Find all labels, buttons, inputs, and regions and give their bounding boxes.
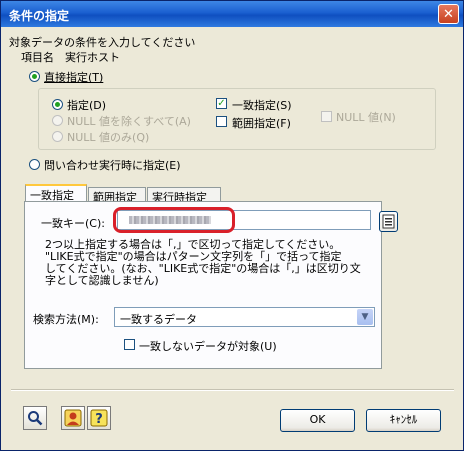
condition-dialog: 条件の指定 ✕ 対象データの条件を入力してください 項目名 実行ホスト 直接指定… [0, 0, 464, 451]
cancel-button[interactable]: ｷｬﾝｾﾙ [366, 409, 441, 432]
mismatch-checkbox[interactable] [124, 339, 135, 350]
exclude-null-radio [52, 115, 63, 126]
svg-text:?: ? [95, 412, 103, 427]
exact-label[interactable]: 一致指定(S) [232, 97, 292, 113]
chevron-down-icon[interactable]: ▼ [357, 309, 373, 325]
item-name-value: 実行ホスト [65, 51, 120, 64]
mismatch-label[interactable]: 一致しないデータが対象(U) [139, 338, 277, 354]
query-time-label[interactable]: 問い合わせ実行時に指定(E) [44, 157, 181, 173]
specify-radio[interactable] [52, 99, 63, 110]
user-icon [64, 409, 82, 427]
item-name-label: 項目名 [21, 51, 54, 64]
match-key-label: 一致キー(C): [41, 217, 105, 230]
direct-specify-label[interactable]: 直接指定(T) [44, 69, 103, 85]
question-icon: ? [90, 409, 108, 427]
search-method-label: 検索方法(M): [33, 313, 99, 326]
title-bar: 条件の指定 ✕ [1, 1, 463, 27]
search-button[interactable] [23, 406, 47, 430]
help-line: 字として認識しません) [45, 274, 159, 287]
close-button[interactable]: ✕ [438, 4, 459, 24]
exclude-null-label: NULL 値を除くすべて(A) [67, 115, 191, 128]
browse-button[interactable] [379, 211, 398, 232]
instruction-text: 対象データの条件を入力してください [9, 36, 196, 49]
close-icon: ✕ [443, 7, 454, 22]
range-label[interactable]: 範囲指定(F) [232, 115, 291, 131]
search-method-value: 一致するデータ [120, 313, 197, 326]
only-null-label: NULL 値のみ(Q) [67, 131, 150, 144]
match-key-highlight [113, 207, 235, 233]
dialog-title: 条件の指定 [9, 9, 70, 23]
specify-label[interactable]: 指定(D) [67, 97, 106, 113]
exact-checkbox[interactable]: ✓ [216, 98, 227, 109]
null-value-label: NULL 値(N) [336, 111, 396, 124]
help-text: 2つ以上指定する場合は「,」で区切って指定してください。 "LIKE式で指定"の… [45, 239, 361, 287]
only-null-radio [52, 131, 63, 142]
user-help-button[interactable] [61, 406, 85, 430]
list-picker-icon [382, 214, 395, 229]
null-value-checkbox [321, 111, 332, 122]
range-checkbox[interactable] [216, 116, 227, 127]
query-time-radio[interactable] [29, 159, 40, 170]
footer-divider [11, 389, 454, 391]
direct-specify-radio[interactable] [29, 71, 40, 82]
ok-button[interactable]: OK [280, 409, 355, 432]
help-button[interactable]: ? [87, 406, 111, 430]
search-method-select[interactable]: 一致するデータ ▼ [114, 307, 375, 327]
search-icon [28, 411, 43, 426]
